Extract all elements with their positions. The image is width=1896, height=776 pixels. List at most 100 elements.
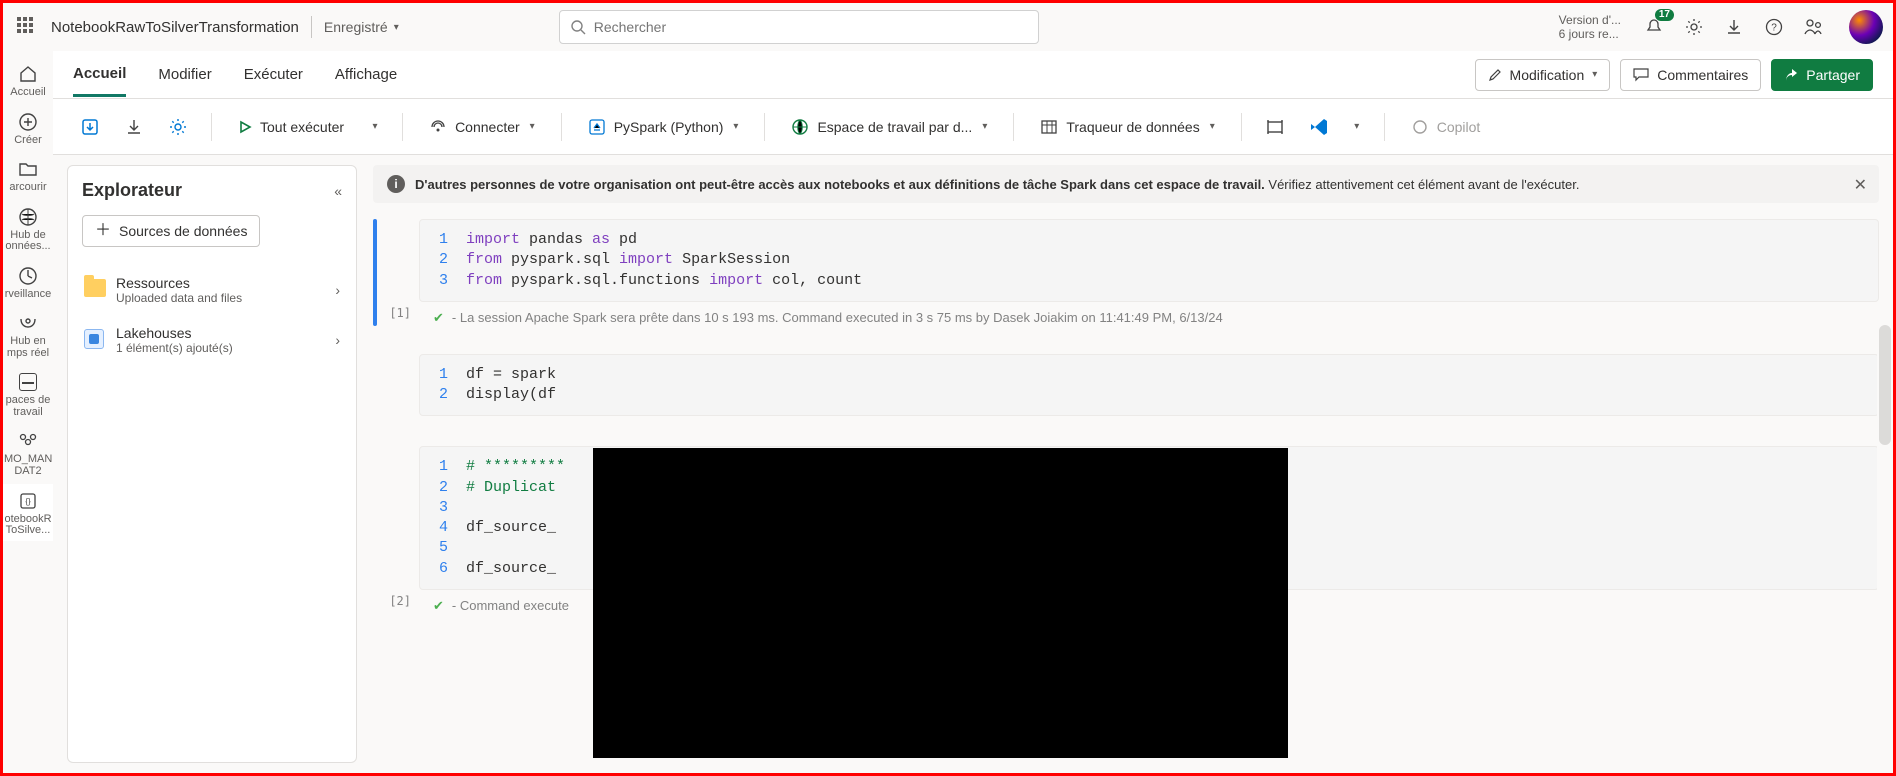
run-all-dropdown[interactable]: ▾ bbox=[364, 121, 386, 132]
rail-workspace-current[interactable]: MO_MAN DAT2 bbox=[3, 424, 53, 481]
monitor-icon bbox=[18, 266, 38, 286]
rail-browse[interactable]: arcourir bbox=[3, 152, 53, 198]
search-icon bbox=[570, 19, 586, 35]
cell-1[interactable]: [1] 1import pandas as pd2from pyspark.sq… bbox=[373, 219, 1879, 326]
rail-workspaces[interactable]: paces de travail bbox=[3, 365, 53, 422]
rail-notebook-current[interactable]: {} otebookR ToSilve... bbox=[3, 484, 53, 541]
comments-button[interactable]: Commentaires bbox=[1620, 59, 1761, 91]
code-editor[interactable]: 1df = spark2display(df bbox=[419, 354, 1879, 417]
realtime-icon bbox=[18, 313, 38, 333]
download-icon[interactable] bbox=[1723, 16, 1745, 38]
save-status[interactable]: Enregistré ▾ bbox=[324, 19, 399, 35]
svg-text:?: ? bbox=[1771, 23, 1777, 34]
tab-home[interactable]: Accueil bbox=[73, 53, 126, 97]
chevron-down-icon: ▾ bbox=[530, 121, 535, 132]
avatar[interactable] bbox=[1849, 10, 1883, 44]
pencil-icon bbox=[1488, 68, 1502, 82]
redacted-region bbox=[593, 448, 1288, 758]
save-button[interactable] bbox=[73, 110, 107, 144]
share-icon bbox=[1784, 68, 1798, 82]
rail-monitor[interactable]: rveillance bbox=[3, 259, 53, 305]
data-wrangler-button[interactable]: Traqueur de données ▾ bbox=[1030, 110, 1224, 144]
chevron-right-icon: › bbox=[335, 332, 340, 348]
cell-2[interactable]: 1df = spark2display(df bbox=[373, 354, 1879, 417]
rail-realtime-hub[interactable]: Hub en mps réel bbox=[3, 306, 53, 363]
toolbar: Tout exécuter ▾ Connecter ▾ PySpark (Pyt… bbox=[53, 99, 1893, 155]
check-icon: ✔ bbox=[433, 598, 444, 614]
close-banner-icon[interactable]: ✕ bbox=[1854, 175, 1867, 195]
notification-badge: 17 bbox=[1655, 9, 1674, 21]
tree-item-lakehouses[interactable]: Lakehouses 1 élément(s) ajouté(s) › bbox=[82, 315, 342, 365]
persona-icon[interactable] bbox=[1803, 16, 1825, 38]
banner-text: D'autres personnes de votre organisation… bbox=[415, 177, 1579, 192]
lakehouse-icon bbox=[84, 329, 104, 349]
security-banner: i D'autres personnes de votre organisati… bbox=[373, 165, 1879, 203]
data-table-icon bbox=[1040, 118, 1058, 136]
chevron-down-icon: ▾ bbox=[733, 121, 738, 132]
check-icon: ✔ bbox=[433, 310, 444, 326]
top-bar: NotebookRawToSilverTransformation Enregi… bbox=[3, 3, 1893, 51]
info-icon: i bbox=[387, 175, 405, 193]
divider bbox=[311, 16, 312, 38]
data-sources-button[interactable]: ＋ Sources de données bbox=[82, 215, 260, 247]
gear-icon bbox=[169, 118, 187, 136]
cell-status: ✔ - La session Apache Spark sera prête d… bbox=[419, 302, 1879, 326]
vscode-dropdown[interactable]: ▾ bbox=[1346, 121, 1368, 132]
cells-container: [1] 1import pandas as pd2from pyspark.sq… bbox=[363, 213, 1893, 773]
copilot-button[interactable]: Copilot bbox=[1401, 110, 1491, 144]
tab-edit[interactable]: Modifier bbox=[158, 54, 211, 95]
freeze-pane-button[interactable] bbox=[1258, 110, 1292, 144]
waffle-icon[interactable] bbox=[17, 17, 37, 37]
document-title[interactable]: NotebookRawToSilverTransformation bbox=[51, 19, 299, 36]
scrollbar-track[interactable] bbox=[1877, 305, 1893, 763]
tab-view[interactable]: Affichage bbox=[335, 54, 397, 95]
tree-item-resources[interactable]: Ressources Uploaded data and files › bbox=[82, 265, 342, 315]
explorer-tree: Ressources Uploaded data and files › Lak… bbox=[82, 265, 342, 365]
help-icon[interactable]: ? bbox=[1763, 16, 1785, 38]
chevron-down-icon: ▾ bbox=[1592, 69, 1597, 80]
save-status-label: Enregistré bbox=[324, 19, 388, 35]
home-icon bbox=[19, 65, 37, 83]
settings-icon[interactable] bbox=[1683, 16, 1705, 38]
pyspark-icon bbox=[588, 118, 606, 136]
execution-count: [2] bbox=[389, 594, 411, 608]
comment-icon bbox=[1633, 68, 1649, 82]
search-input[interactable] bbox=[594, 19, 1028, 35]
environment-button[interactable]: Espace de travail par d... ▾ bbox=[781, 110, 997, 144]
collapse-panel-icon[interactable]: « bbox=[334, 183, 342, 199]
rail-data-hub[interactable]: Hub de onnées... bbox=[3, 200, 53, 257]
editor-area: i D'autres personnes de votre organisati… bbox=[363, 155, 1893, 773]
vscode-icon bbox=[1309, 117, 1329, 137]
version-info[interactable]: Version d'... 6 jours re... bbox=[1559, 13, 1621, 42]
download-toolbar-button[interactable] bbox=[117, 110, 151, 144]
workspaces-icon bbox=[19, 373, 37, 391]
copilot-icon bbox=[1411, 118, 1429, 136]
tab-run[interactable]: Exécuter bbox=[244, 54, 303, 95]
rail-home[interactable]: Accueil bbox=[3, 57, 53, 103]
chevron-down-icon: ▾ bbox=[394, 22, 399, 33]
code-editor[interactable]: 1import pandas as pd2from pyspark.sql im… bbox=[419, 219, 1879, 302]
explorer-panel: Explorateur « ＋ Sources de données Resso… bbox=[67, 165, 357, 763]
chevron-down-icon: ▾ bbox=[982, 121, 987, 132]
notifications-icon[interactable]: 17 bbox=[1643, 16, 1665, 38]
connect-button[interactable]: Connecter ▾ bbox=[419, 110, 545, 144]
search-box[interactable] bbox=[559, 10, 1039, 44]
language-button[interactable]: PySpark (Python) ▾ bbox=[578, 110, 749, 144]
rail-create[interactable]: Créer bbox=[3, 105, 53, 151]
save-arrow-icon bbox=[80, 117, 100, 137]
share-button[interactable]: Partager bbox=[1771, 59, 1873, 91]
scrollbar-thumb[interactable] bbox=[1879, 325, 1891, 445]
nav-rail: Accueil Créer arcourir Hub de onnées... … bbox=[3, 51, 53, 773]
frame-icon bbox=[1266, 118, 1284, 136]
execution-count: [1] bbox=[389, 306, 411, 320]
folder-icon bbox=[19, 161, 37, 177]
play-icon bbox=[238, 120, 252, 134]
vscode-button[interactable] bbox=[1302, 110, 1336, 144]
run-all-button[interactable]: Tout exécuter bbox=[228, 110, 354, 144]
settings-toolbar-button[interactable] bbox=[161, 110, 195, 144]
connect-icon bbox=[429, 118, 447, 136]
onelake-icon bbox=[18, 207, 38, 227]
explorer-title: Explorateur bbox=[82, 180, 182, 201]
plus-circle-icon bbox=[18, 112, 38, 132]
edit-mode-button[interactable]: Modification ▾ bbox=[1475, 59, 1611, 91]
